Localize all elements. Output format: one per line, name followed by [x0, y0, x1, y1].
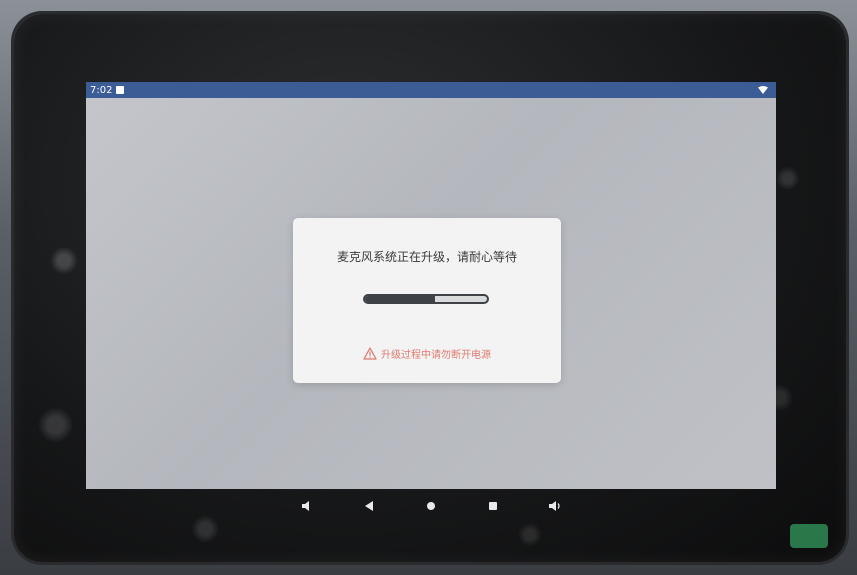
notification-icon — [116, 86, 125, 94]
recents-icon[interactable] — [486, 499, 500, 513]
warning-row: 升级过程中请勿断开电源 — [293, 346, 561, 361]
status-time: 7:02 — [90, 84, 113, 96]
navigation-bar — [86, 489, 776, 523]
device-sticker — [790, 524, 828, 548]
home-icon[interactable] — [424, 499, 438, 513]
screen: 7:02 麦克风系统正在升级，请耐心等待 升级过程中请勿断开电源 — [86, 82, 776, 489]
back-icon[interactable] — [362, 499, 376, 513]
warning-triangle-icon — [363, 347, 377, 360]
wifi-icon — [758, 86, 768, 94]
upgrade-dialog: 麦克风系统正在升级，请耐心等待 升级过程中请勿断开电源 — [293, 218, 561, 383]
dialog-message: 麦克风系统正在升级，请耐心等待 — [336, 250, 517, 264]
progress-fill — [365, 296, 435, 302]
volume-down-icon[interactable] — [300, 499, 314, 513]
warning-text: 升级过程中请勿断开电源 — [381, 350, 491, 361]
volume-up-icon[interactable] — [548, 499, 562, 513]
status-bar: 7:02 — [86, 82, 776, 98]
upgrade-progress-bar — [363, 294, 489, 304]
status-left: 7:02 — [90, 84, 125, 96]
